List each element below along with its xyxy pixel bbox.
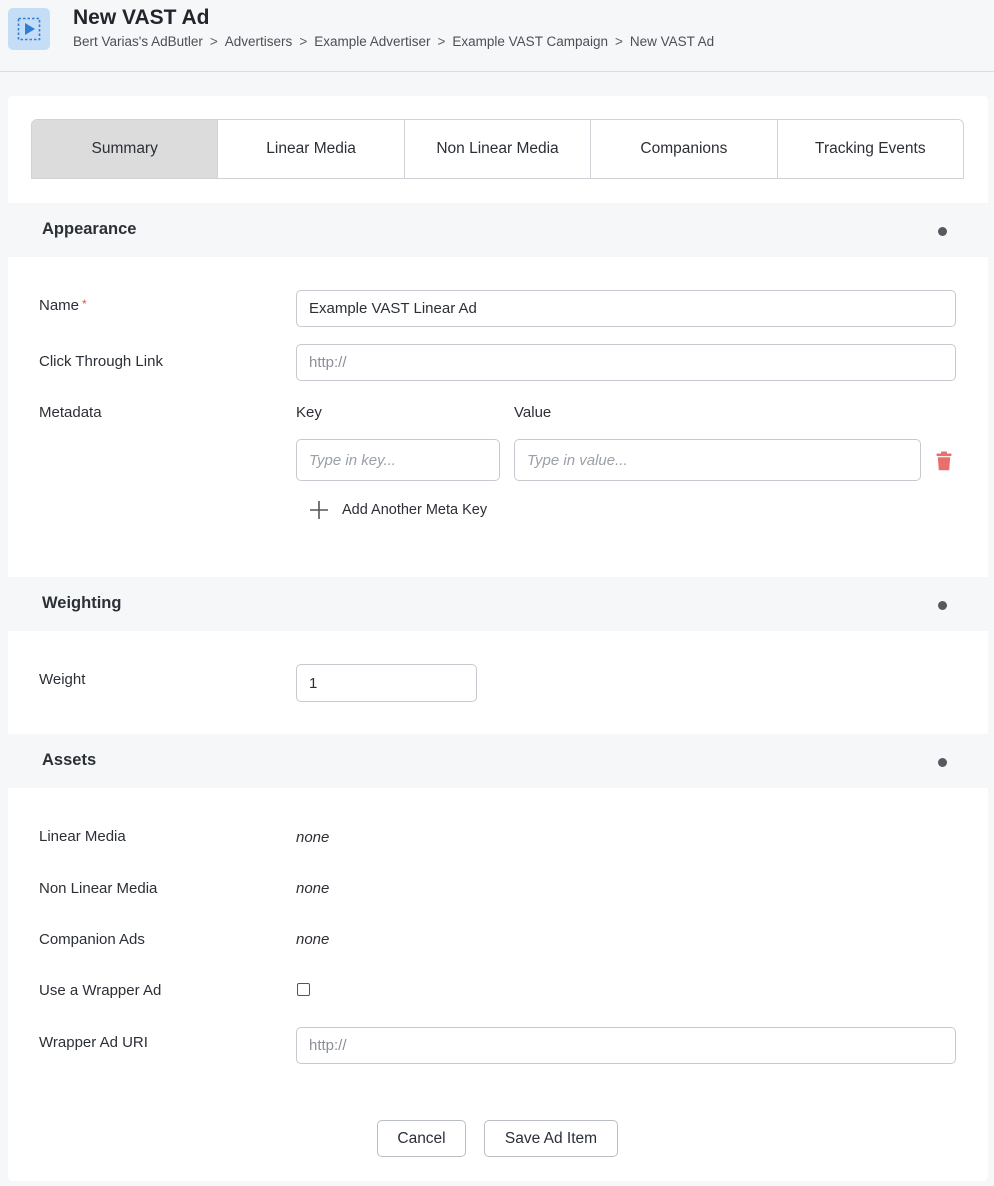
breadcrumb-item-advertisers[interactable]: Advertisers bbox=[225, 34, 293, 49]
wrapper-uri-label: Wrapper Ad URI bbox=[39, 1034, 148, 1051]
wrapper-ad-checkbox[interactable] bbox=[297, 983, 310, 996]
section-title: Assets bbox=[42, 751, 97, 769]
appearance-section-header: Appearance bbox=[8, 203, 988, 257]
breadcrumb-item-advertiser[interactable]: Example Advertiser bbox=[314, 34, 430, 49]
breadcrumb-separator: > bbox=[299, 34, 308, 49]
section-title: Weighting bbox=[42, 594, 122, 612]
name-input[interactable] bbox=[296, 290, 956, 327]
wrapper-uri-input[interactable] bbox=[296, 1027, 956, 1064]
page-title: New VAST Ad bbox=[73, 6, 210, 29]
section-toggle-dot-icon[interactable] bbox=[938, 758, 947, 767]
breadcrumb-item-current: New VAST Ad bbox=[629, 34, 715, 49]
plus-icon bbox=[310, 501, 328, 519]
section-toggle-dot-icon[interactable] bbox=[938, 601, 947, 610]
tab-bar: Summary Linear Media Non Linear Media Co… bbox=[31, 119, 964, 179]
breadcrumb: Bert Varias's AdButler > Advertisers > E… bbox=[73, 34, 714, 49]
linear-media-label: Linear Media bbox=[39, 828, 126, 845]
save-ad-item-button[interactable]: Save Ad Item bbox=[484, 1120, 618, 1157]
value-column-label: Value bbox=[514, 404, 552, 421]
weight-input[interactable] bbox=[296, 664, 477, 702]
breadcrumb-separator: > bbox=[437, 34, 446, 49]
tab-non-linear-media[interactable]: Non Linear Media bbox=[403, 120, 591, 178]
page-header: New VAST Ad Bert Varias's AdButler > Adv… bbox=[0, 0, 994, 72]
companion-ads-label: Companion Ads bbox=[39, 931, 145, 948]
add-meta-key-button[interactable]: Add Another Meta Key bbox=[308, 498, 487, 522]
breadcrumb-separator: > bbox=[209, 34, 218, 49]
companion-ads-value: none bbox=[296, 931, 330, 948]
tab-summary[interactable]: Summary bbox=[32, 120, 218, 178]
tab-companions[interactable]: Companions bbox=[590, 120, 777, 178]
tab-linear-media[interactable]: Linear Media bbox=[217, 120, 404, 178]
video-ad-icon bbox=[8, 8, 50, 50]
weighting-section-header: Weighting bbox=[8, 577, 988, 631]
click-through-input[interactable] bbox=[296, 344, 956, 381]
linear-media-value: none bbox=[296, 829, 330, 846]
non-linear-media-label: Non Linear Media bbox=[39, 880, 158, 897]
meta-key-input[interactable] bbox=[296, 439, 500, 481]
breadcrumb-item-account[interactable]: Bert Varias's AdButler bbox=[73, 34, 203, 49]
add-meta-key-label: Add Another Meta Key bbox=[342, 502, 488, 518]
breadcrumb-separator: > bbox=[614, 34, 623, 49]
trash-icon[interactable] bbox=[936, 451, 952, 476]
required-mark: * bbox=[82, 297, 87, 311]
weight-label: Weight bbox=[39, 671, 86, 688]
non-linear-media-value: none bbox=[296, 880, 330, 897]
name-label-text: Name bbox=[39, 297, 80, 314]
tab-tracking-events[interactable]: Tracking Events bbox=[776, 120, 963, 178]
assets-section-header: Assets bbox=[8, 734, 988, 788]
metadata-label: Metadata bbox=[39, 404, 102, 421]
cancel-button[interactable]: Cancel bbox=[377, 1120, 466, 1157]
key-column-label: Key bbox=[296, 404, 322, 421]
section-title: Appearance bbox=[42, 220, 137, 238]
section-toggle-dot-icon[interactable] bbox=[938, 227, 947, 236]
click-through-label: Click Through Link bbox=[39, 353, 163, 370]
breadcrumb-item-campaign[interactable]: Example VAST Campaign bbox=[452, 34, 608, 49]
name-label: Name * bbox=[39, 297, 87, 314]
meta-value-input[interactable] bbox=[514, 439, 921, 481]
wrapper-ad-label: Use a Wrapper Ad bbox=[39, 982, 162, 999]
ad-form-card: Summary Linear Media Non Linear Media Co… bbox=[8, 96, 988, 1181]
